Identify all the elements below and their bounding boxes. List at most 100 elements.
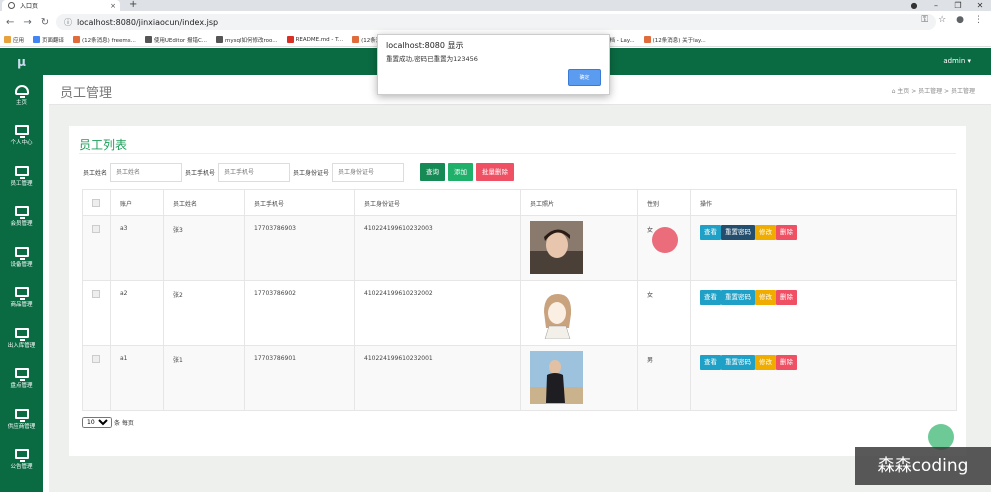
sidebar-item[interactable]: 会员管理 <box>0 197 43 238</box>
pagination: 10 条 每页 <box>82 417 134 428</box>
delete-button[interactable]: 删除 <box>776 225 797 240</box>
url-text[interactable]: localhost:8080/jinxiaocun/index.jsp <box>77 18 218 27</box>
phone-cell: 17703786902 <box>244 280 355 346</box>
sidebar-item[interactable]: 出入库管理 <box>0 318 43 359</box>
idcard-cell: 410224199610232002 <box>354 280 521 346</box>
menu-icon[interactable]: ⋮ <box>974 15 983 25</box>
bookmark-item[interactable]: README.md - T... <box>286 36 344 43</box>
key-icon[interactable]: ⚿ <box>921 15 928 25</box>
delete-button[interactable]: 删除 <box>776 290 797 305</box>
row-checkbox[interactable] <box>92 290 100 298</box>
search-button[interactable]: 查询 <box>420 163 446 181</box>
select-all-checkbox[interactable] <box>92 199 100 207</box>
bookmark-item[interactable]: 使用UEditor 报错C... <box>144 36 208 44</box>
bookmark-label: README.md - T... <box>295 36 344 43</box>
phone-input[interactable] <box>218 162 291 182</box>
bookmark-favicon-icon <box>33 36 41 43</box>
employee-table: 账户 员工姓名 员工手机号 员工身份证号 员工照片 性别 操作 a3 张3 17… <box>82 189 957 411</box>
reset-password-button[interactable]: 重置密码 <box>721 290 755 305</box>
close-tab-icon[interactable]: × <box>110 2 116 10</box>
edit-button[interactable]: 修改 <box>755 225 776 240</box>
filter-label-name: 员工姓名 <box>83 169 108 177</box>
filter-label-phone: 员工手机号 <box>185 169 216 177</box>
bookmark-item[interactable]: (12条消息) freems... <box>73 36 136 44</box>
add-button[interactable]: 添加 <box>448 163 474 181</box>
dialog-message: 重置成功,密码已重置为123456 <box>386 55 478 63</box>
browser-tab[interactable]: 入口页 × <box>2 0 120 11</box>
view-button[interactable]: 查看 <box>700 290 721 305</box>
sidebar-item[interactable]: 公告管理 <box>0 440 43 481</box>
sidebar-item[interactable]: 商品管理 <box>0 278 43 319</box>
bookmark-favicon-icon <box>286 36 294 43</box>
forward-icon[interactable]: → <box>23 17 31 28</box>
back-icon[interactable]: ← <box>6 17 14 28</box>
app-logo: μ <box>17 54 26 69</box>
star-icon[interactable]: ☆ <box>938 15 946 25</box>
reset-password-button[interactable]: 重置密码 <box>721 225 755 240</box>
bookmark-item[interactable]: (12条消息) 关于lay... <box>643 36 706 44</box>
info-icon[interactable]: ⓘ <box>64 17 72 28</box>
name-input[interactable] <box>110 162 183 182</box>
select-all-cell <box>82 189 111 216</box>
page-size-label: 条 每页 <box>114 420 134 427</box>
divider <box>79 153 956 154</box>
edit-button[interactable]: 修改 <box>755 355 776 370</box>
restore-icon[interactable]: ❐ <box>947 1 969 10</box>
monitor-icon <box>14 327 29 341</box>
account-cell: a1 <box>110 345 164 411</box>
view-button[interactable]: 查看 <box>700 225 721 240</box>
name-cell: 张2 <box>163 280 245 346</box>
account-icon[interactable]: ● <box>956 15 964 25</box>
dialog-ok-button[interactable]: 确定 <box>568 69 601 86</box>
url-bar[interactable]: ⓘ localhost:8080/jinxiaocun/index.jsp <box>56 14 936 30</box>
reload-icon[interactable]: ↻ <box>41 17 49 28</box>
view-button[interactable]: 查看 <box>700 355 721 370</box>
bookmark-label: 使用UEditor 报错C... <box>153 37 208 44</box>
sidebar-item[interactable]: 员工管理 <box>0 156 43 197</box>
sidebar-item-label: 个人中心 <box>10 140 33 147</box>
new-tab-button[interactable]: + <box>129 0 137 10</box>
column-header: 员工姓名 <box>163 189 245 216</box>
sidebar: μ 主页个人中心员工管理会员管理设备管理商品管理出入库管理盘点管理供应商管理公告… <box>0 48 43 492</box>
user-menu[interactable]: admin ▾ <box>943 57 971 65</box>
table-row: a1 张1 17703786901 410224199610232001 男 查… <box>82 345 957 411</box>
column-header: 操作 <box>690 189 957 216</box>
filter-label-idcard: 员工身份证号 <box>293 169 330 177</box>
profile-icon[interactable]: ● <box>903 1 925 10</box>
sidebar-item-label: 商品管理 <box>10 302 33 309</box>
sidebar-item-label: 出入库管理 <box>7 342 36 349</box>
close-window-icon[interactable]: ✕ <box>969 1 991 10</box>
sidebar-item[interactable]: 主页 <box>0 75 43 116</box>
table-row: a2 张2 17703786902 410224199610232002 女 查… <box>82 280 957 346</box>
delete-button[interactable]: 删除 <box>776 355 797 370</box>
idcard-input[interactable] <box>332 162 405 182</box>
sidebar-item-label: 供应商管理 <box>7 423 36 430</box>
phone-cell: 17703786903 <box>244 215 355 281</box>
row-checkbox[interactable] <box>92 355 100 363</box>
bookmark-item[interactable]: mysql如何修改roo... <box>216 36 278 44</box>
batch-delete-button[interactable]: 批量删除 <box>476 163 515 181</box>
reset-password-button[interactable]: 重置密码 <box>721 355 755 370</box>
sidebar-item-label: 会员管理 <box>10 221 33 228</box>
sidebar-item[interactable]: 个人中心 <box>0 116 43 157</box>
bookmark-item[interactable]: 页面翻译 <box>33 36 64 44</box>
monitor-icon <box>14 125 29 139</box>
page-size-select[interactable]: 10 <box>82 417 112 428</box>
sidebar-item[interactable]: 设备管理 <box>0 237 43 278</box>
gender-cell: 男 <box>637 345 691 411</box>
tab-title: 入口页 <box>20 3 39 10</box>
sidebar-item[interactable]: 供应商管理 <box>0 399 43 440</box>
bookmark-item[interactable]: 应用 <box>4 36 24 44</box>
minimize-icon[interactable]: – <box>925 1 947 10</box>
bookmark-favicon-icon <box>4 36 11 43</box>
row-checkbox[interactable] <box>92 225 100 233</box>
watermark: 森森coding <box>855 447 991 485</box>
sidebar-item[interactable]: 盘点管理 <box>0 359 43 400</box>
cursor-highlight <box>652 227 678 253</box>
bookmark-favicon-icon <box>643 36 651 43</box>
idcard-cell: 410224199610232001 <box>354 345 521 411</box>
edit-button[interactable]: 修改 <box>755 290 776 305</box>
employee-photo <box>530 351 583 404</box>
bookmark-label: 页面翻译 <box>42 37 65 44</box>
bookmark-favicon-icon <box>352 36 360 43</box>
